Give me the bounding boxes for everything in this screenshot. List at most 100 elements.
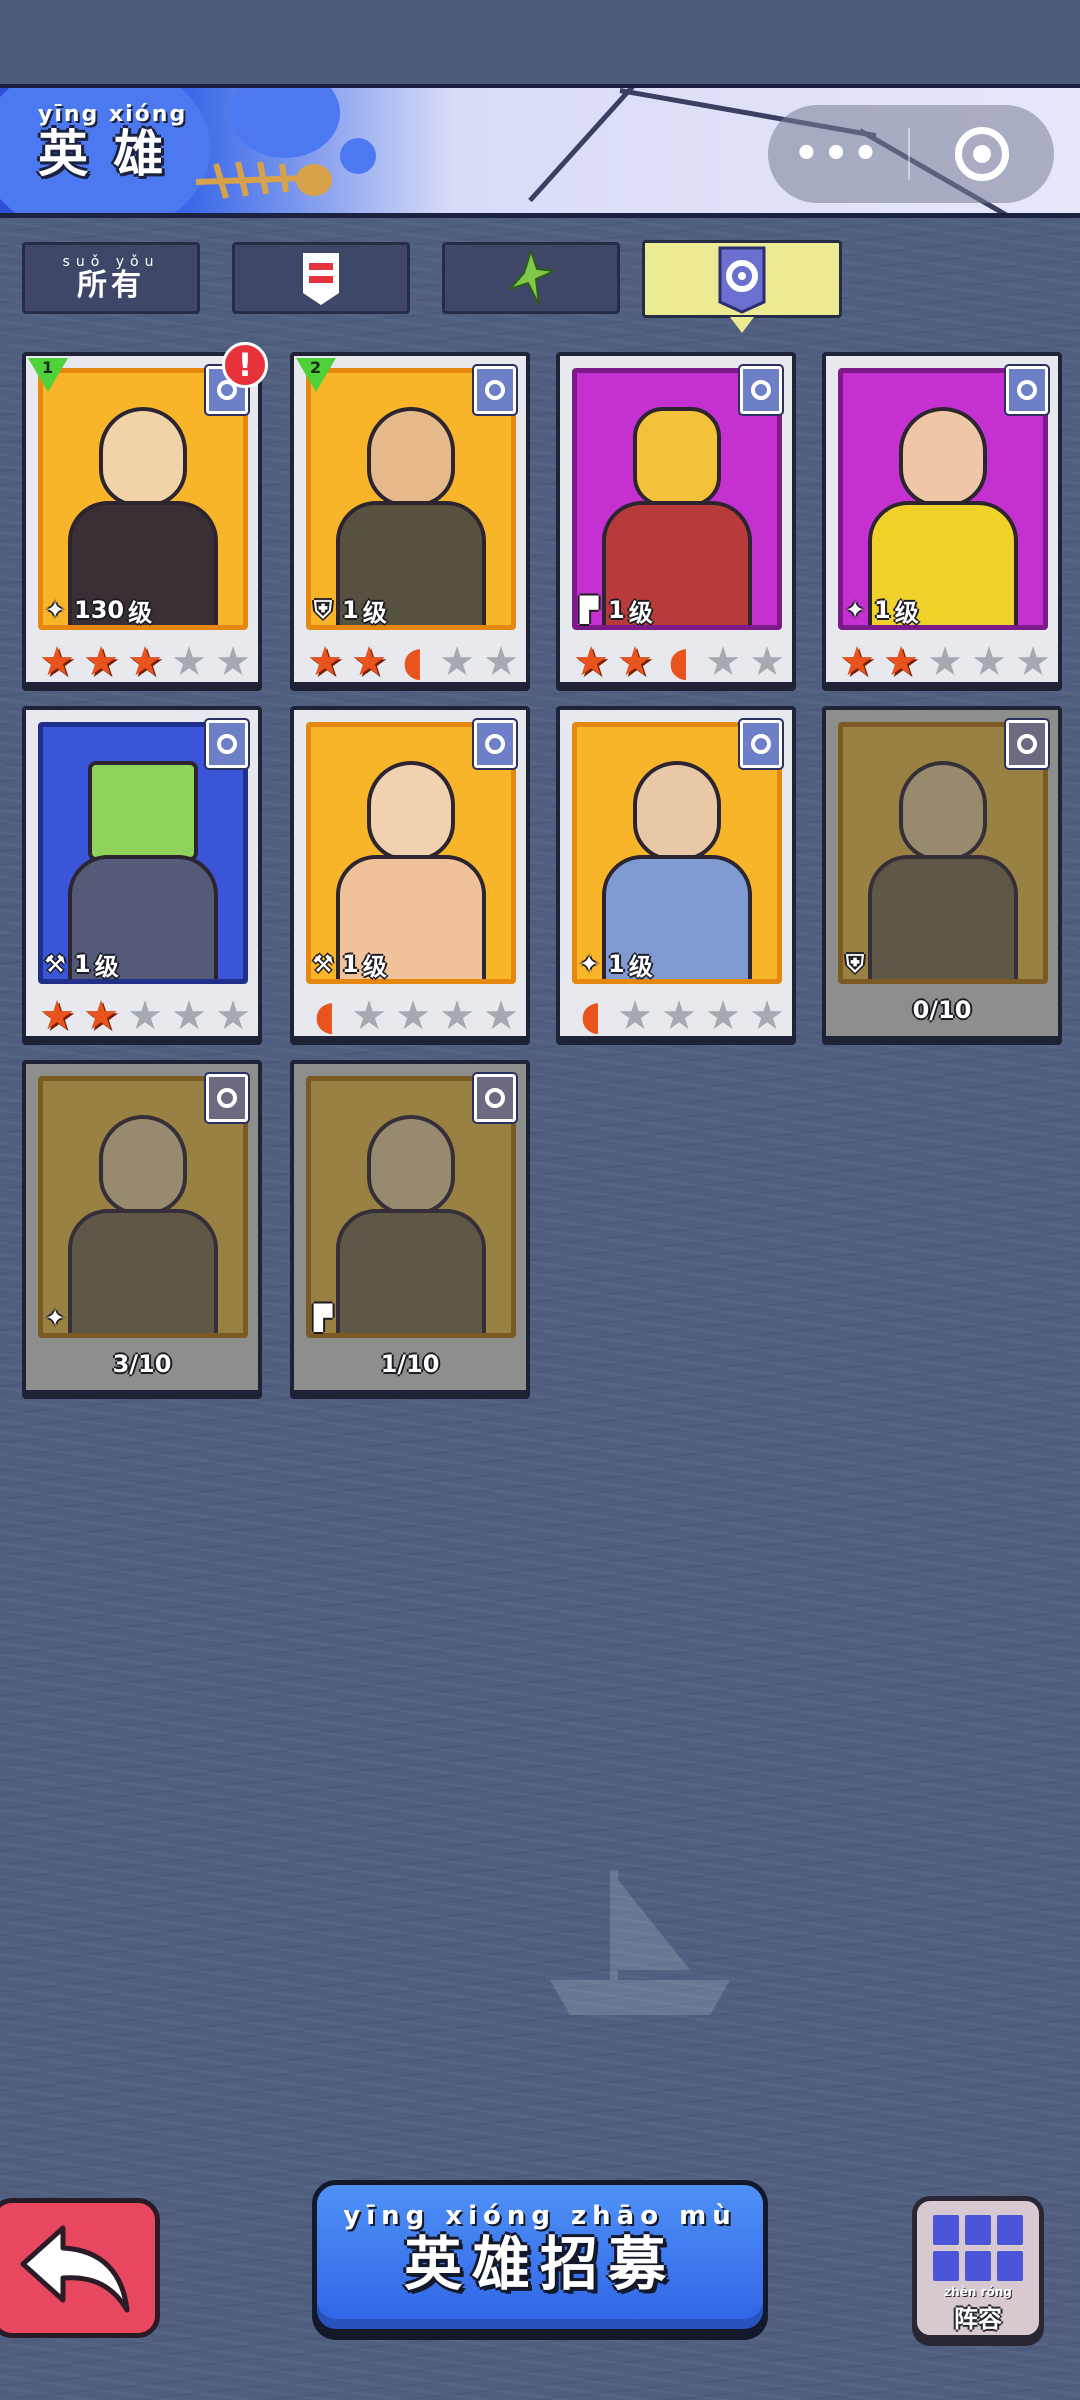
hammer-icon: ⚒ bbox=[44, 950, 66, 978]
tab-all-label: 所有 bbox=[77, 268, 145, 303]
faction-badge-icon bbox=[206, 1074, 248, 1122]
star-rating: ◖ ★ ★ ★ ★ bbox=[570, 996, 788, 1036]
star-icon: ★ bbox=[883, 639, 919, 685]
star-icon: ★ bbox=[617, 639, 653, 685]
hero-card-locked[interactable]: ⛨ 0/10 bbox=[822, 706, 1062, 1040]
hero-figure bbox=[633, 761, 721, 861]
fragment-count: 3/10 bbox=[112, 1350, 172, 1378]
hero-figure bbox=[99, 1115, 187, 1215]
faction-badge-icon bbox=[206, 720, 248, 768]
level-value: 1 bbox=[342, 596, 359, 624]
tab-faction-green[interactable] bbox=[442, 242, 620, 314]
back-button[interactable] bbox=[0, 2198, 160, 2338]
hero-figure bbox=[899, 761, 987, 861]
page-title: yīng xióng 英 雄 bbox=[38, 102, 187, 181]
hero-level: ✦ 130 级 bbox=[40, 592, 152, 628]
lineup-button[interactable]: zhèn róng 阵容 bbox=[912, 2196, 1044, 2340]
star-icon: ★ bbox=[83, 993, 119, 1039]
lineup-label: 阵容 bbox=[954, 2305, 1002, 2333]
star-half-icon: ◖ bbox=[668, 639, 690, 685]
star-empty-icon: ★ bbox=[661, 993, 697, 1039]
star-empty-icon: ★ bbox=[171, 993, 207, 1039]
hero-level: ✦ 1 级 bbox=[840, 592, 919, 628]
tab-all[interactable]: suǒ yǒu 所有 bbox=[22, 242, 200, 314]
hero-card[interactable]: ✦ 1 级 ★ ★ ★ ★ ★ bbox=[822, 352, 1062, 686]
lineup-pinyin: zhèn róng bbox=[944, 2285, 1012, 2299]
faction-badge-icon bbox=[1006, 720, 1048, 768]
crack-line bbox=[528, 88, 639, 203]
hero-card-locked[interactable]: ▛ 1/10 bbox=[290, 1060, 530, 1394]
hero-card[interactable]: 1 ! ✦ 130 级 ★ ★ ★ ★ ★ bbox=[22, 342, 268, 686]
faction-badge-icon bbox=[740, 366, 782, 414]
level-value: 1 bbox=[74, 950, 91, 978]
miniprogram-capsule: ••• bbox=[768, 105, 1054, 203]
more-menu-button[interactable]: ••• bbox=[768, 131, 908, 177]
level-unit: 级 bbox=[628, 952, 653, 981]
hero-level: ⚒ 1 级 bbox=[40, 946, 119, 982]
hero-level: ✦ 1 级 bbox=[574, 946, 653, 982]
level-value: 130 bbox=[74, 596, 125, 624]
fishbone-icon bbox=[195, 161, 332, 199]
star-empty-icon: ★ bbox=[215, 639, 251, 685]
star-empty-icon: ★ bbox=[215, 993, 251, 1039]
boat-watermark-icon bbox=[550, 1870, 730, 2015]
faction-badge-icon bbox=[474, 720, 516, 768]
tab-faction-blue[interactable] bbox=[642, 240, 842, 333]
hero-figure bbox=[367, 1115, 455, 1215]
hero-card[interactable]: 2 ⛨ 1 级 ★ ★ ◖ ★ ★ bbox=[290, 352, 530, 686]
level-unit: 级 bbox=[362, 598, 387, 627]
star-rating: ◖ ★ ★ ★ ★ bbox=[304, 996, 522, 1036]
star-half-icon: ◖ bbox=[314, 993, 336, 1039]
hero-figure bbox=[633, 407, 721, 507]
recruit-label: 英雄招募 bbox=[403, 2230, 676, 2298]
hero-card[interactable]: ▛ 1 级 ★ ★ ◖ ★ ★ bbox=[556, 352, 796, 686]
star-empty-icon: ★ bbox=[483, 993, 519, 1039]
faction-badge-icon bbox=[740, 720, 782, 768]
recruit-pinyin: yīng xióng zhāo mù bbox=[343, 2201, 737, 2231]
tab-faction-red[interactable] bbox=[232, 242, 410, 314]
star-icon: ★ bbox=[127, 639, 163, 685]
target-icon bbox=[955, 127, 1009, 181]
level-value: 1 bbox=[608, 950, 625, 978]
hero-card-locked[interactable]: ✦ 3/10 bbox=[22, 1060, 262, 1394]
star-icon: ★ bbox=[39, 993, 75, 1039]
hero-weapon: ✦ bbox=[40, 1300, 70, 1336]
hero-level: ⚒ 1 级 bbox=[308, 946, 386, 982]
hero-figure bbox=[899, 407, 987, 507]
faction-badge-icon bbox=[474, 366, 516, 414]
level-value: 1 bbox=[342, 950, 359, 978]
star-rating: ★ ★ ★ ★ ★ bbox=[36, 996, 254, 1036]
hero-card[interactable]: ⚒ 1 级 ★ ★ ★ ★ ★ bbox=[22, 706, 262, 1040]
star-empty-icon: ★ bbox=[1015, 639, 1051, 685]
hero-recruit-button[interactable]: yīng xióng zhāo mù 英雄招募 bbox=[312, 2180, 768, 2334]
star-empty-icon: ★ bbox=[749, 639, 785, 685]
level-value: 1 bbox=[874, 596, 891, 624]
level-unit: 级 bbox=[94, 952, 119, 981]
star-empty-icon: ★ bbox=[705, 993, 741, 1039]
star-empty-icon: ★ bbox=[705, 639, 741, 685]
close-target-button[interactable] bbox=[910, 127, 1054, 181]
rank-number: 2 bbox=[310, 358, 322, 377]
hammer-icon: ⚒ bbox=[312, 950, 334, 978]
faction-red-icon bbox=[303, 253, 339, 305]
star-empty-icon: ★ bbox=[127, 993, 163, 1039]
hero-figure bbox=[367, 761, 455, 861]
star-empty-icon: ★ bbox=[439, 993, 475, 1039]
rank-badge: 1 bbox=[28, 358, 68, 392]
level-unit: 级 bbox=[628, 598, 653, 627]
star-icon: ★ bbox=[83, 639, 119, 685]
hero-weapon: ▛ bbox=[308, 1300, 338, 1336]
star-icon: ★ bbox=[839, 639, 875, 685]
back-arrow-icon bbox=[20, 2225, 130, 2313]
hero-card[interactable]: ⚒ 1 级 ◖ ★ ★ ★ ★ bbox=[290, 706, 530, 1040]
star-empty-icon: ★ bbox=[439, 639, 475, 685]
rank-number: 1 bbox=[42, 358, 54, 377]
hero-card[interactable]: ✦ 1 级 ◖ ★ ★ ★ ★ bbox=[556, 706, 796, 1040]
status-area bbox=[0, 0, 1080, 84]
star-icon: ★ bbox=[573, 639, 609, 685]
hero-figure-body bbox=[336, 1209, 486, 1333]
hero-level: ▛ 1 级 bbox=[574, 592, 653, 628]
star-icon: ★ bbox=[307, 639, 343, 685]
hero-level: ⛨ 1 级 bbox=[308, 592, 387, 628]
staff-icon: ✦ bbox=[44, 596, 66, 624]
